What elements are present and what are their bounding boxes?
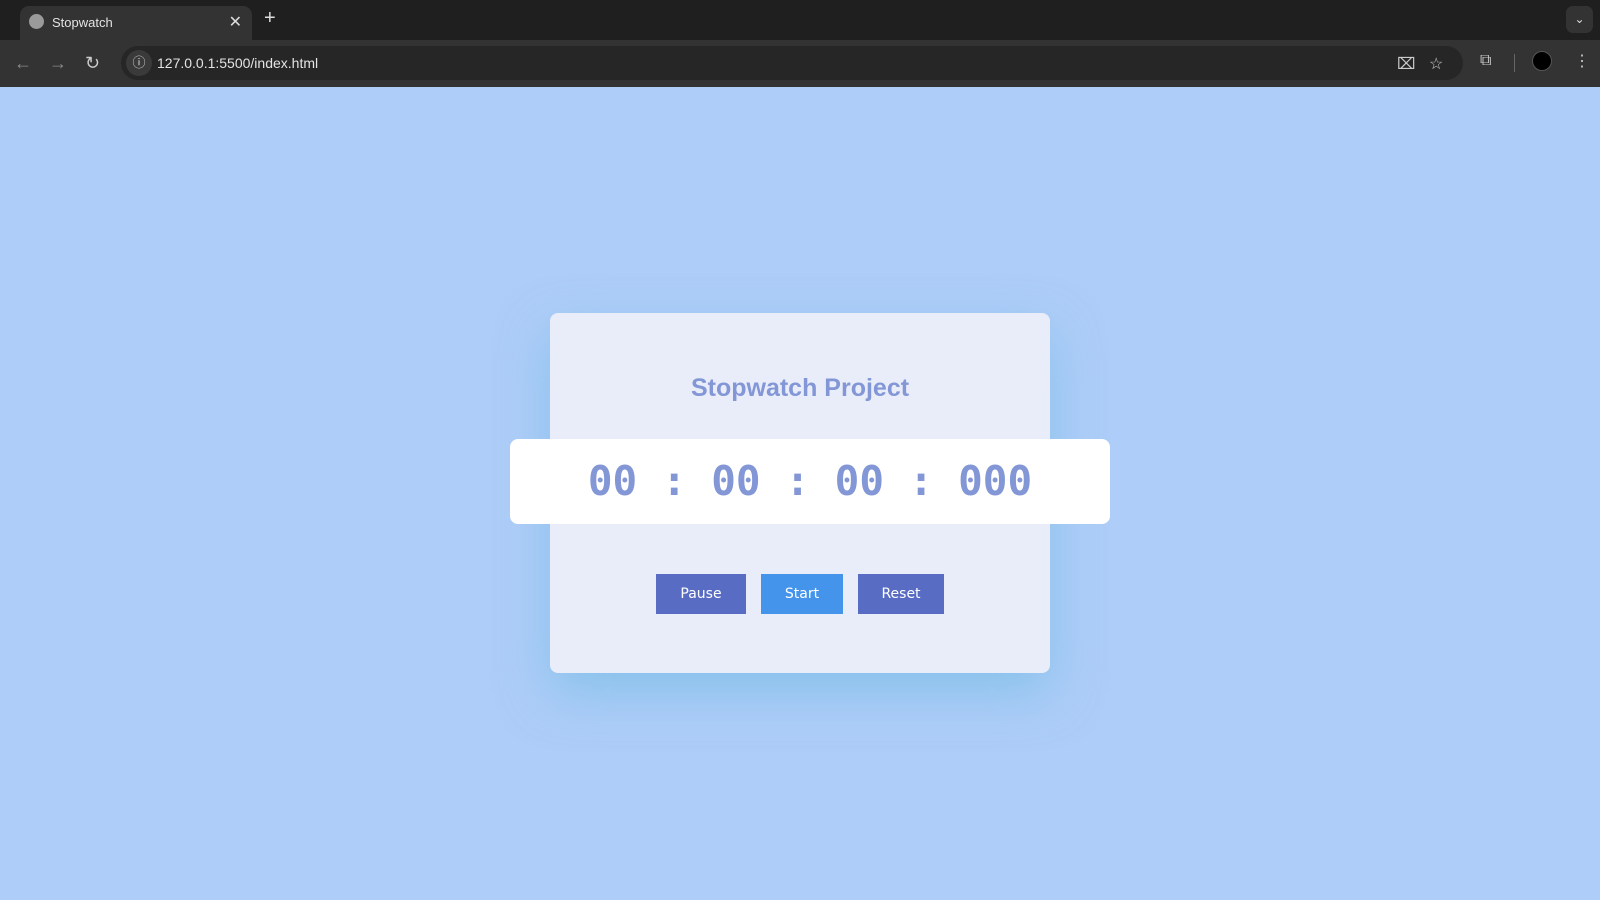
bookmark-star-icon[interactable]: ☆ [1429,54,1443,74]
globe-icon [29,14,44,29]
new-tab-icon[interactable]: + [264,7,276,30]
tab-title: Stopwatch [52,15,113,30]
browser-tab[interactable]: Stopwatch ✕ [20,6,252,40]
forward-icon[interactable]: → [49,53,67,74]
reload-icon[interactable]: ↻ [85,53,100,74]
time-display: 00 : 00 : 00 : 000 [510,439,1110,524]
url-text[interactable]: 127.0.0.1:5500/index.html [157,55,318,71]
tab-bar: Stopwatch ✕ + ⌄ [0,0,1600,40]
site-info-icon[interactable]: ⓘ [126,50,152,76]
page-title: Stopwatch Project [690,374,910,402]
profile-avatar[interactable] [1532,51,1552,71]
tab-search-chevron-icon[interactable]: ⌄ [1566,6,1593,33]
browser-toolbar: ← → ↻ ⓘ 127.0.0.1:5500/index.html ⌧ ☆ ⧉ … [0,40,1600,87]
close-tab-icon[interactable]: ✕ [229,12,242,32]
back-icon[interactable]: ← [14,53,32,74]
reset-button[interactable]: Reset [858,574,944,614]
address-bar[interactable]: ⓘ 127.0.0.1:5500/index.html ⌧ ☆ [121,46,1463,80]
start-button[interactable]: Start [761,574,843,614]
pause-button[interactable]: Pause [656,574,746,614]
translate-icon[interactable]: ⌧ [1397,54,1415,74]
extensions-icon[interactable]: ⧉ [1480,52,1491,70]
menu-kebab-icon[interactable]: ⋮ [1574,51,1590,71]
toolbar-divider [1514,54,1515,72]
